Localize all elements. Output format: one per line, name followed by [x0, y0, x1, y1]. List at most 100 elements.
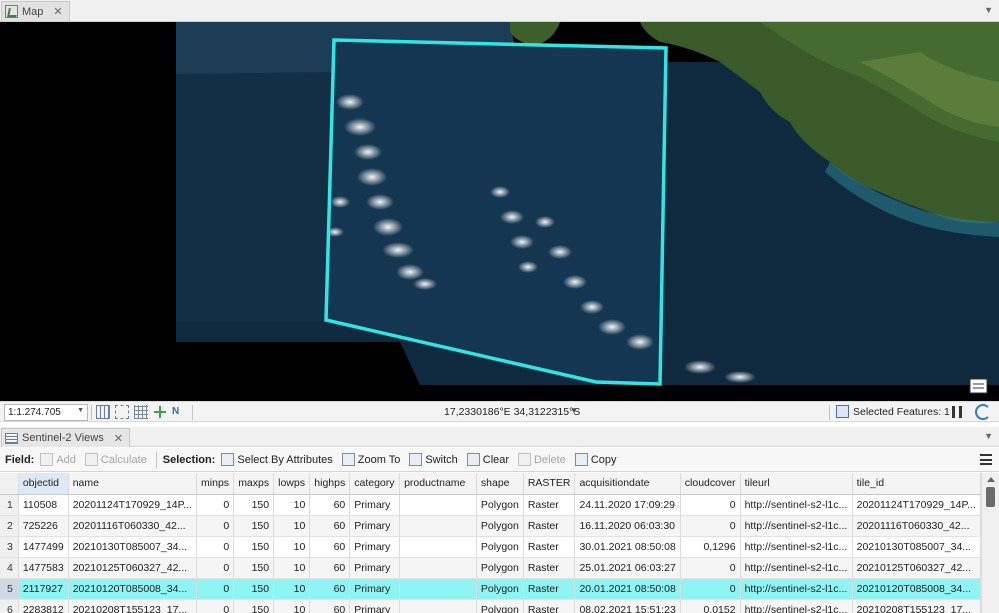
- cell-productname[interactable]: [399, 578, 477, 600]
- dashed-grid-icon[interactable]: [115, 405, 129, 419]
- column-header[interactable]: name: [68, 473, 198, 495]
- cell-maxps[interactable]: 150: [233, 557, 275, 579]
- cell-productname[interactable]: [399, 515, 477, 537]
- cell-category[interactable]: Primary: [349, 557, 401, 579]
- cell-productname[interactable]: [399, 536, 477, 558]
- chevron-down-icon[interactable]: ▼: [984, 5, 993, 15]
- table-row[interactable]: 5 2117927 20210120T085008_34... 0 150 10 60 Pri…: [0, 578, 981, 600]
- cell-minps[interactable]: 0: [196, 578, 235, 600]
- cell-minps[interactable]: 0: [196, 515, 235, 537]
- cell-name[interactable]: 20201116T060330_42...: [68, 515, 198, 537]
- pause-icon[interactable]: [952, 406, 962, 418]
- row-number[interactable]: 1: [0, 494, 19, 516]
- map-tab[interactable]: Map ✕: [1, 1, 70, 21]
- column-header[interactable]: maxps: [233, 473, 275, 495]
- cell-tileurl[interactable]: http://sentinel-s2-l1c...: [740, 578, 853, 600]
- chevron-down-icon[interactable]: ▼: [984, 431, 993, 441]
- column-header[interactable]: category: [349, 473, 401, 495]
- vertical-scrollbar[interactable]: [981, 473, 999, 613]
- cell-acquisitiondate[interactable]: 16.11.2020 06:03:30: [574, 515, 681, 537]
- cell-acquisitiondate[interactable]: 08.02.2021 15:51:23: [574, 599, 681, 613]
- column-header[interactable]: lowps: [273, 473, 311, 495]
- cell-minps[interactable]: 0: [196, 536, 235, 558]
- cell-lowps[interactable]: 10: [273, 599, 311, 613]
- cell-acquisitiondate[interactable]: 24.11.2020 17:09:29: [574, 494, 681, 516]
- column-header[interactable]: cloudcover: [680, 473, 741, 495]
- table-grid-icon[interactable]: [134, 405, 148, 419]
- cell-tile_id[interactable]: 20210130T085007_34...: [852, 536, 981, 558]
- menu-icon[interactable]: [980, 454, 992, 465]
- cell-objectid[interactable]: 1477583: [18, 557, 69, 579]
- cell-productname[interactable]: [399, 599, 477, 613]
- cell-cloudcover[interactable]: 0: [680, 494, 741, 516]
- cell-minps[interactable]: 0: [196, 494, 235, 516]
- table-row[interactable]: 6 2283812 20210208T155123_17... 0 150 10 60 Pri…: [0, 599, 981, 613]
- cell-shape[interactable]: Polygon: [476, 557, 524, 579]
- select-all-corner[interactable]: [0, 473, 19, 495]
- cell-name[interactable]: 20201124T170929_14P...: [68, 494, 198, 516]
- cell-raster[interactable]: Raster: [523, 578, 576, 600]
- cell-tileurl[interactable]: http://sentinel-s2-l1c...: [740, 515, 853, 537]
- cell-maxps[interactable]: 150: [233, 599, 275, 613]
- cell-highps[interactable]: 60: [309, 515, 351, 537]
- table-row[interactable]: 4 1477583 20210125T060327_42... 0 150 10 60 Pri…: [0, 557, 981, 579]
- cell-raster[interactable]: Raster: [523, 536, 576, 558]
- clear-selection-button[interactable]: Clear: [466, 453, 509, 466]
- cell-raster[interactable]: Raster: [523, 557, 576, 579]
- switch-selection-button[interactable]: Switch: [409, 453, 458, 466]
- cell-cloudcover[interactable]: 0: [680, 578, 741, 600]
- row-number[interactable]: 5: [0, 578, 19, 600]
- column-header[interactable]: objectid: [18, 473, 69, 495]
- cell-acquisitiondate[interactable]: 25.01.2021 06:03:27: [574, 557, 681, 579]
- cell-objectid[interactable]: 2117927: [18, 578, 69, 600]
- cell-tile_id[interactable]: 20210125T060327_42...: [852, 557, 981, 579]
- refresh-icon[interactable]: [975, 404, 991, 420]
- cell-objectid[interactable]: 110508: [18, 494, 69, 516]
- cell-cloudcover[interactable]: 0: [680, 515, 741, 537]
- calculate-field-button[interactable]: Calculate: [84, 453, 147, 466]
- cell-minps[interactable]: 0: [196, 599, 235, 613]
- cell-cloudcover[interactable]: 0,0152: [680, 599, 741, 613]
- cell-shape[interactable]: Polygon: [476, 515, 524, 537]
- chevron-down-icon[interactable]: ▼: [570, 406, 578, 415]
- cell-highps[interactable]: 60: [309, 599, 351, 613]
- cell-highps[interactable]: 60: [309, 578, 351, 600]
- row-number[interactable]: 3: [0, 536, 19, 558]
- cell-objectid[interactable]: 2283812: [18, 599, 69, 613]
- scroll-up-icon[interactable]: [987, 477, 995, 482]
- row-number[interactable]: 6: [0, 599, 19, 613]
- cell-maxps[interactable]: 150: [233, 515, 275, 537]
- zoom-to-button[interactable]: Zoom To: [341, 453, 400, 466]
- column-header[interactable]: RASTER: [523, 473, 576, 495]
- cell-shape[interactable]: Polygon: [476, 536, 524, 558]
- row-number[interactable]: 2: [0, 515, 19, 537]
- cell-maxps[interactable]: 150: [233, 494, 275, 516]
- cell-lowps[interactable]: 10: [273, 536, 311, 558]
- scale-selector[interactable]: 1:1.274.705 ▼: [4, 404, 88, 421]
- row-number[interactable]: 4: [0, 557, 19, 579]
- cell-acquisitiondate[interactable]: 30.01.2021 08:50:08: [574, 536, 681, 558]
- copy-button[interactable]: Copy: [574, 453, 617, 466]
- cell-tileurl[interactable]: http://sentinel-s2-l1c...: [740, 599, 853, 613]
- table-tab[interactable]: Sentinel-2 Views ✕: [1, 428, 130, 447]
- cell-productname[interactable]: [399, 494, 477, 516]
- cell-raster[interactable]: Raster: [523, 599, 576, 613]
- cell-cloudcover[interactable]: 0,1296: [680, 536, 741, 558]
- cell-highps[interactable]: 60: [309, 536, 351, 558]
- cell-maxps[interactable]: 150: [233, 536, 275, 558]
- table-row[interactable]: 1 110508 20201124T170929_14P... 0 150 10 60 Pri…: [0, 494, 981, 516]
- cell-shape[interactable]: Polygon: [476, 599, 524, 613]
- cell-name[interactable]: 20210125T060327_42...: [68, 557, 198, 579]
- table-row[interactable]: 3 1477499 20210130T085007_34... 0 150 10 60 Pri…: [0, 536, 981, 558]
- cell-name[interactable]: 20210120T085008_34...: [68, 578, 198, 600]
- cell-raster[interactable]: Raster: [523, 494, 576, 516]
- cell-minps[interactable]: 0: [196, 557, 235, 579]
- add-field-button[interactable]: Add: [40, 453, 76, 466]
- cell-highps[interactable]: 60: [309, 494, 351, 516]
- cell-lowps[interactable]: 10: [273, 515, 311, 537]
- cell-highps[interactable]: 60: [309, 557, 351, 579]
- cell-tileurl[interactable]: http://sentinel-s2-l1c...: [740, 494, 853, 516]
- cell-objectid[interactable]: 725226: [18, 515, 69, 537]
- cell-acquisitiondate[interactable]: 20.01.2021 08:50:08: [574, 578, 681, 600]
- cell-shape[interactable]: Polygon: [476, 494, 524, 516]
